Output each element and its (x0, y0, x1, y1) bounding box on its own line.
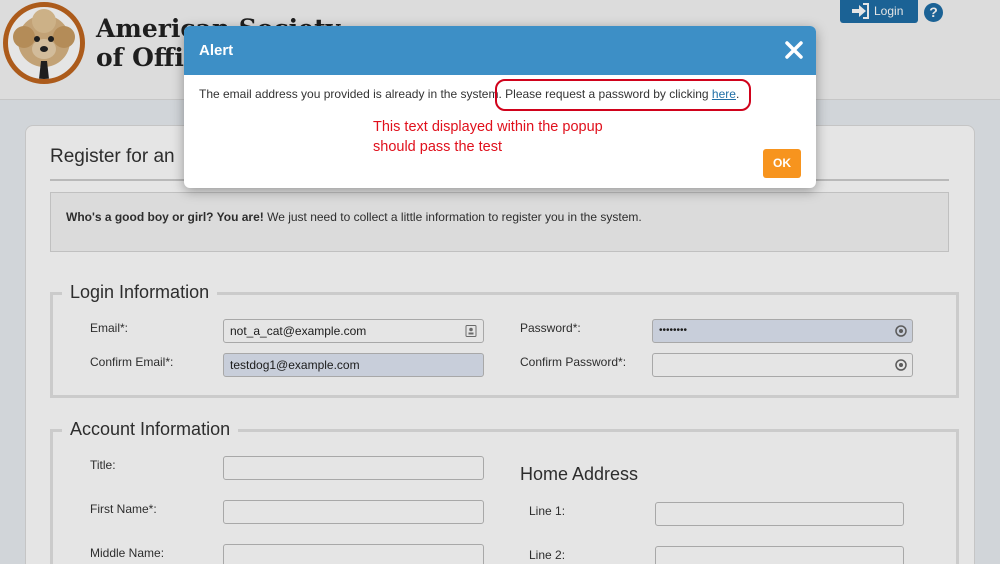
annotation-note: This text displayed within the popup sho… (373, 117, 603, 157)
alert-dialog: Alert The email address you provided is … (184, 26, 816, 188)
annotation-highlight-outline (495, 79, 751, 111)
annotation-line2: should pass the test (373, 139, 502, 155)
ok-button[interactable]: OK (763, 149, 801, 178)
annotation-line1: This text displayed within the popup (373, 119, 603, 135)
alert-title: Alert (199, 42, 234, 59)
alert-header: Alert (184, 26, 816, 75)
close-icon[interactable] (782, 38, 806, 62)
